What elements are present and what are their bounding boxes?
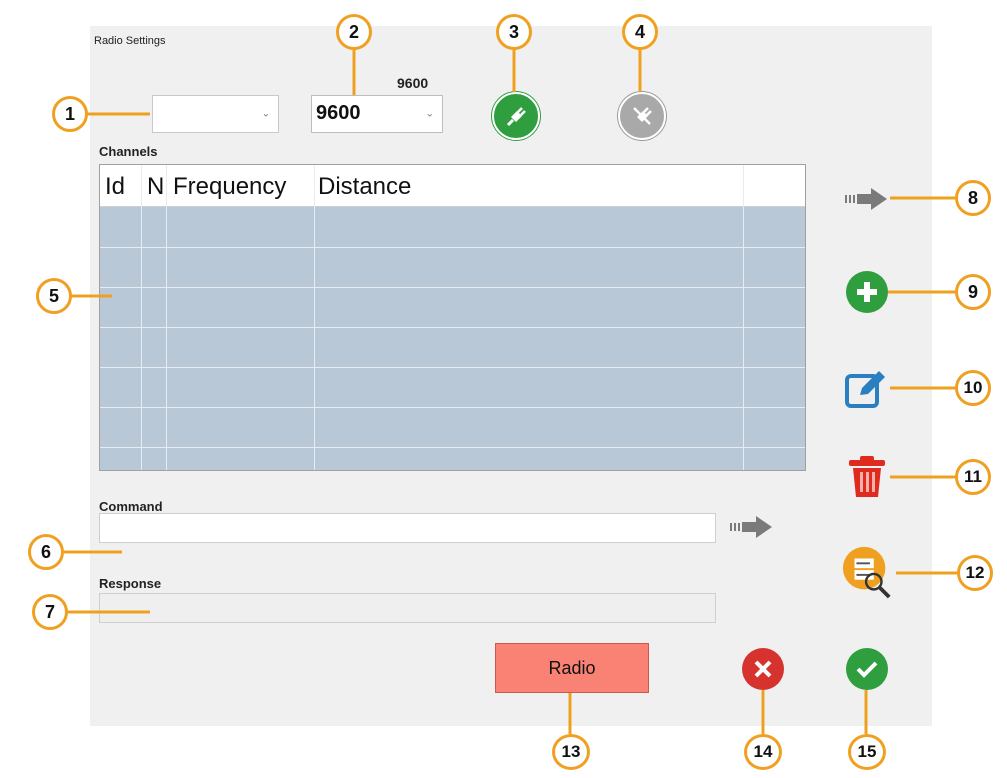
callout-10: 10 <box>955 370 991 406</box>
callout-lines <box>64 50 958 734</box>
callout-9: 9 <box>955 274 991 310</box>
callout-8: 8 <box>955 180 991 216</box>
callout-6: 6 <box>28 534 64 570</box>
callout-4: 4 <box>622 14 658 50</box>
callout-1: 1 <box>52 96 88 132</box>
callout-15: 15 <box>848 734 886 770</box>
callout-13: 13 <box>552 734 590 770</box>
callout-7: 7 <box>32 594 68 630</box>
callout-2: 2 <box>336 14 372 50</box>
callout-11: 11 <box>955 459 991 495</box>
callout-12: 12 <box>957 555 993 591</box>
callout-5: 5 <box>36 278 72 314</box>
callout-3: 3 <box>496 14 532 50</box>
callout-14: 14 <box>744 734 782 770</box>
